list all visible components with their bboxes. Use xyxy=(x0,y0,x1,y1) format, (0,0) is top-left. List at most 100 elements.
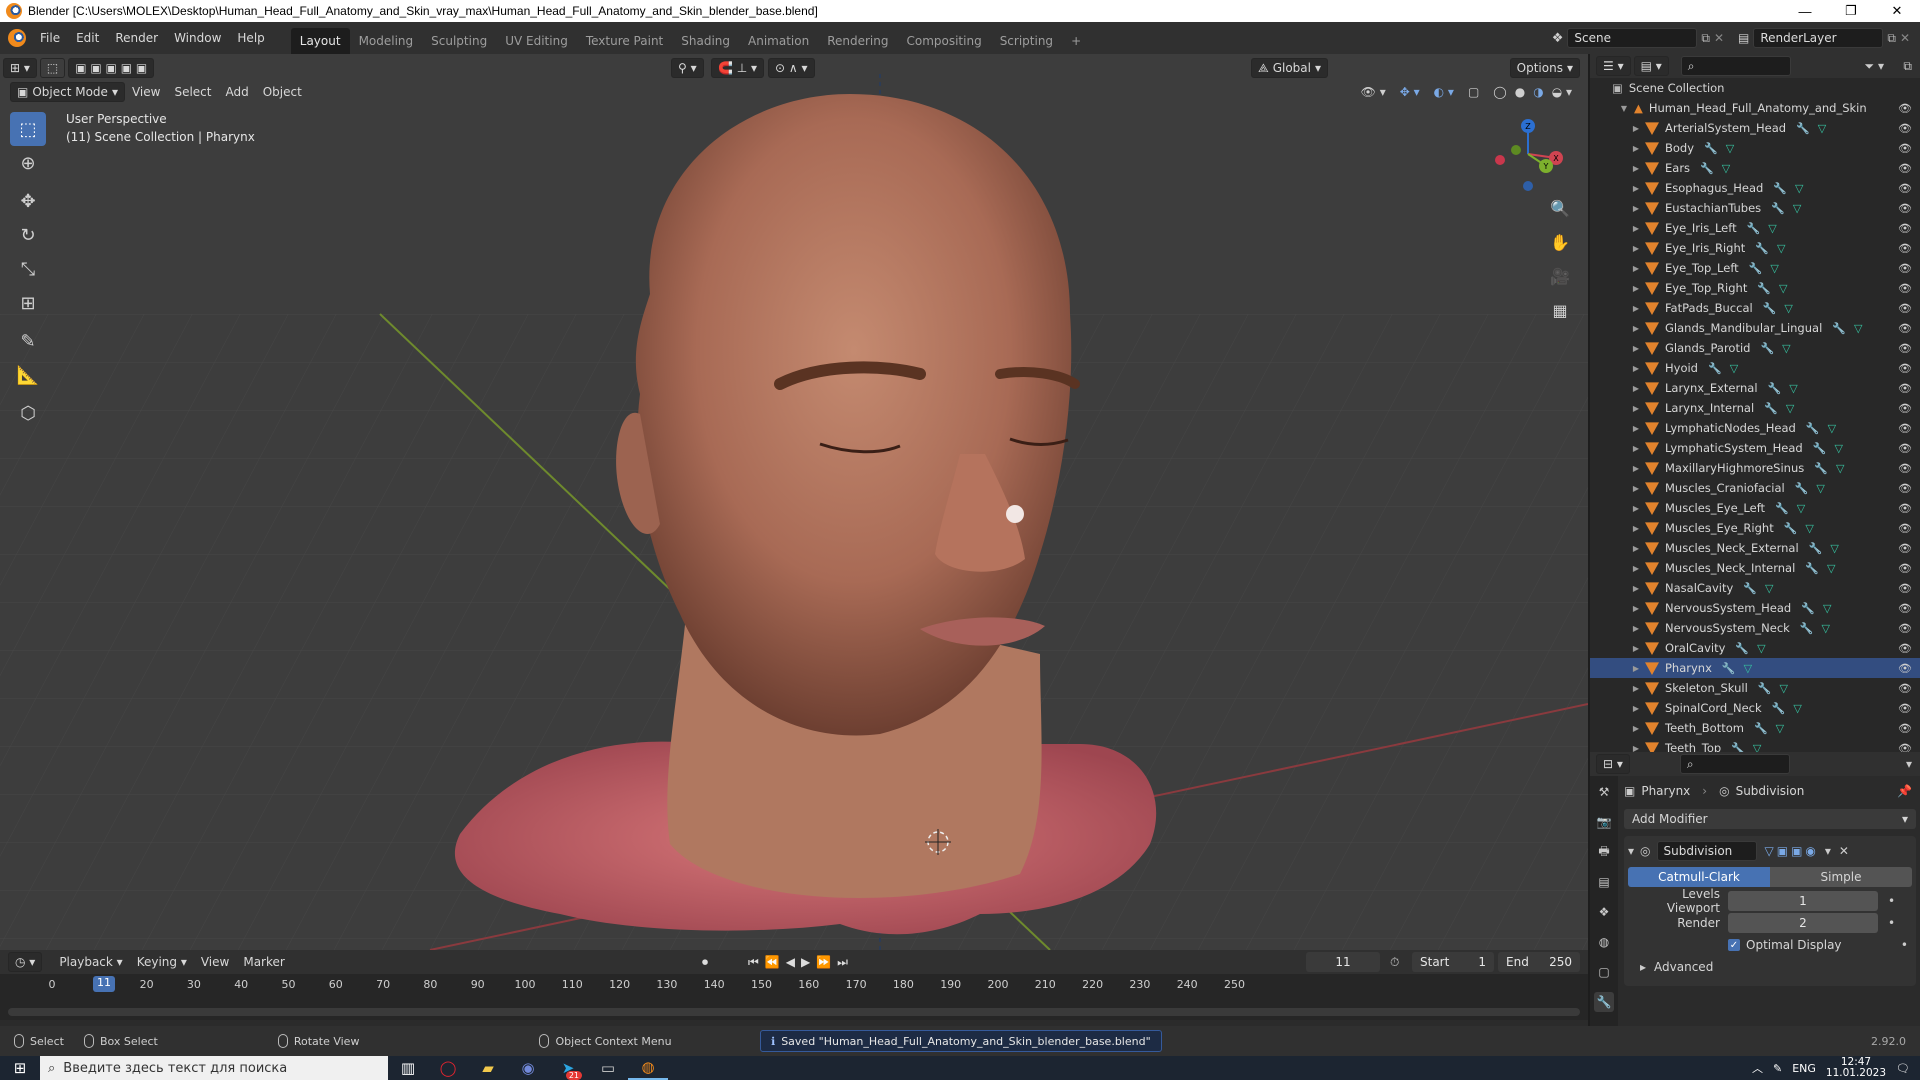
wrench-icon[interactable]: 🔧 xyxy=(1743,582,1757,595)
outliner-item[interactable]: ▶ Larynx_Internal 🔧 ▽ 👁 xyxy=(1590,398,1920,418)
menu-help[interactable]: Help xyxy=(229,31,272,45)
eye-icon[interactable]: 👁 xyxy=(1898,582,1912,595)
pen-icon[interactable]: ✎ xyxy=(1773,1062,1782,1075)
wrench-icon[interactable]: 🔧 xyxy=(1795,482,1809,495)
chevron-right-icon[interactable]: ▶ xyxy=(1630,544,1642,553)
pin-icon[interactable]: 📌 xyxy=(1897,784,1912,798)
eye-icon[interactable]: 👁 xyxy=(1898,422,1912,435)
outliner-search-input[interactable]: ⌕ xyxy=(1680,56,1791,76)
chevron-right-icon[interactable]: ▶ xyxy=(1630,644,1642,653)
scene-collection-row[interactable]: ▣ Scene Collection xyxy=(1590,78,1920,98)
scene-tab-icon[interactable]: ❖ xyxy=(1594,902,1614,922)
delete-scene-icon[interactable]: ✕ xyxy=(1714,31,1724,45)
viewport-menu-add[interactable]: Add xyxy=(218,85,255,99)
outliner-item[interactable]: ▶ Muscles_Neck_Internal 🔧 ▽ 👁 xyxy=(1590,558,1920,578)
outliner-item[interactable]: ▶ NervousSystem_Head 🔧 ▽ 👁 xyxy=(1590,598,1920,618)
wrench-icon[interactable]: 🔧 xyxy=(1763,302,1777,315)
chevron-down-icon[interactable]: ▼ xyxy=(1618,104,1630,113)
eye-icon[interactable]: 👁 xyxy=(1898,562,1912,575)
menu-file[interactable]: File xyxy=(32,31,68,45)
chevron-right-icon[interactable]: ▶ xyxy=(1630,424,1642,433)
chevron-right-icon[interactable]: ▶ xyxy=(1630,364,1642,373)
mesh-data-icon[interactable]: ▽ xyxy=(1834,442,1842,455)
eye-icon[interactable]: 👁 xyxy=(1898,362,1912,375)
scene-field[interactable]: Scene xyxy=(1567,28,1698,48)
record-icon[interactable]: ⏺ xyxy=(702,955,708,970)
mesh-data-icon[interactable]: ▽ xyxy=(1779,682,1787,695)
outliner-item[interactable]: ▶ Pharynx 🔧 ▽ 👁 xyxy=(1590,658,1920,678)
chevron-right-icon[interactable]: ▶ xyxy=(1630,624,1642,633)
wrench-icon[interactable]: 🔧 xyxy=(1801,602,1815,615)
wrench-icon[interactable]: 🔧 xyxy=(1784,522,1798,535)
current-frame-marker[interactable]: 11 xyxy=(93,976,116,992)
chevron-right-icon[interactable]: ▶ xyxy=(1630,164,1642,173)
outliner-item[interactable]: ▶ FatPads_Buccal 🔧 ▽ 👁 xyxy=(1590,298,1920,318)
mesh-data-icon[interactable]: ▽ xyxy=(1784,302,1792,315)
chevron-right-icon[interactable]: ▶ xyxy=(1630,244,1642,253)
mesh-data-icon[interactable]: ▽ xyxy=(1726,142,1734,155)
camera-view-icon[interactable]: 🎥 xyxy=(1546,262,1574,290)
gizmo-toggle-icon[interactable]: ✥ ▾ xyxy=(1400,85,1420,99)
chevron-down-icon[interactable]: ▾ xyxy=(1825,844,1831,858)
wrench-icon[interactable]: 🔧 xyxy=(1773,182,1787,195)
scale-tool[interactable]: ⤡ xyxy=(10,252,46,286)
timeline-menu-playback[interactable]: Playback ▾ xyxy=(52,955,129,969)
outliner-item[interactable]: ▶ Eye_Top_Right 🔧 ▽ 👁 xyxy=(1590,278,1920,298)
outliner-item[interactable]: ▶ OralCavity 🔧 ▽ 👁 xyxy=(1590,638,1920,658)
move-tool[interactable]: ✥ xyxy=(10,184,46,218)
minimize-button[interactable]: — xyxy=(1782,0,1828,22)
wrench-icon[interactable]: 🔧 xyxy=(1700,162,1714,175)
taskbar-search-input[interactable]: ⌕ Введите здесь текст для поиска xyxy=(40,1056,388,1080)
eye-icon[interactable]: 👁 xyxy=(1898,442,1912,455)
chevron-right-icon[interactable]: ▶ xyxy=(1630,484,1642,493)
start-frame-field[interactable]: Start 1 xyxy=(1412,952,1494,972)
chevron-right-icon[interactable]: ▶ xyxy=(1630,684,1642,693)
new-collection-icon[interactable]: ⧉ xyxy=(1903,59,1912,74)
perspective-toggle-icon[interactable]: ▦ xyxy=(1546,296,1574,324)
eye-icon[interactable]: 👁 xyxy=(1898,342,1912,355)
current-frame-field[interactable]: 11 xyxy=(1306,952,1380,972)
wrench-icon[interactable]: 🔧 xyxy=(1771,202,1785,215)
chevron-right-icon[interactable]: ▶ xyxy=(1630,284,1642,293)
render-levels-field[interactable]: 2 xyxy=(1728,913,1878,933)
wrench-icon[interactable]: 🔧 xyxy=(1704,142,1718,155)
xray-toggle-icon[interactable]: ▢ xyxy=(1468,85,1479,99)
delete-view-layer-icon[interactable]: ✕ xyxy=(1900,31,1910,45)
eye-icon[interactable]: 👁 xyxy=(1898,242,1912,255)
render-layer-field[interactable]: RenderLayer xyxy=(1753,28,1884,48)
chevron-right-icon[interactable]: ▶ xyxy=(1630,124,1642,133)
mesh-data-icon[interactable]: ▽ xyxy=(1818,122,1826,135)
eye-icon[interactable]: 👁 xyxy=(1898,222,1912,235)
tab-uv-editing[interactable]: UV Editing xyxy=(496,28,577,54)
add-cube-tool[interactable]: ⬡ xyxy=(10,396,46,430)
tab-layout[interactable]: Layout xyxy=(290,28,350,54)
opera-icon[interactable]: ◯ xyxy=(428,1056,468,1080)
zoom-icon[interactable]: 🔍 xyxy=(1546,194,1574,222)
wrench-icon[interactable]: 🔧 xyxy=(1731,742,1745,753)
chevron-right-icon[interactable]: ▶ xyxy=(1630,504,1642,513)
remove-modifier-icon[interactable]: ✕ xyxy=(1839,844,1849,858)
levels-viewport-field[interactable]: 1 xyxy=(1728,891,1878,911)
timeline-editor-type[interactable]: ◷ ▾ xyxy=(8,952,43,972)
end-frame-field[interactable]: End 250 xyxy=(1498,952,1580,972)
mesh-data-icon[interactable]: ▽ xyxy=(1822,622,1830,635)
timeline-menu-view[interactable]: View xyxy=(194,955,236,969)
chevron-right-icon[interactable]: ▶ xyxy=(1630,584,1642,593)
chevron-right-icon[interactable]: ▶ xyxy=(1630,724,1642,733)
mesh-data-icon[interactable]: ▽ xyxy=(1770,262,1778,275)
timeline-ruler[interactable]: 0102030405060708090100110120130140150160… xyxy=(0,974,1588,1020)
overlays-toggle-icon[interactable]: ◐ ▾ xyxy=(1434,85,1454,99)
catmull-clark-button[interactable]: Catmull-Clark xyxy=(1628,867,1770,887)
task-view-icon[interactable]: ▥ xyxy=(388,1056,428,1080)
outliner-item[interactable]: ▶ SpinalCord_Neck 🔧 ▽ 👁 xyxy=(1590,698,1920,718)
blender-taskbar-icon[interactable]: ◍ xyxy=(628,1056,668,1080)
chevron-right-icon[interactable]: ▶ xyxy=(1630,744,1642,753)
wrench-icon[interactable]: 🔧 xyxy=(1708,362,1722,375)
properties-editor-type[interactable]: ⊟ ▾ xyxy=(1596,754,1630,774)
wrench-icon[interactable]: 🔧 xyxy=(1832,322,1846,335)
timeline-menu-keying[interactable]: Keying ▾ xyxy=(130,955,194,969)
tab-shading[interactable]: Shading xyxy=(672,28,739,54)
mesh-data-icon[interactable]: ▽ xyxy=(1730,362,1738,375)
wrench-icon[interactable]: 🔧 xyxy=(1755,242,1769,255)
playback-controls[interactable]: ⏮⏪◀▶⏩⏭ xyxy=(748,955,854,970)
